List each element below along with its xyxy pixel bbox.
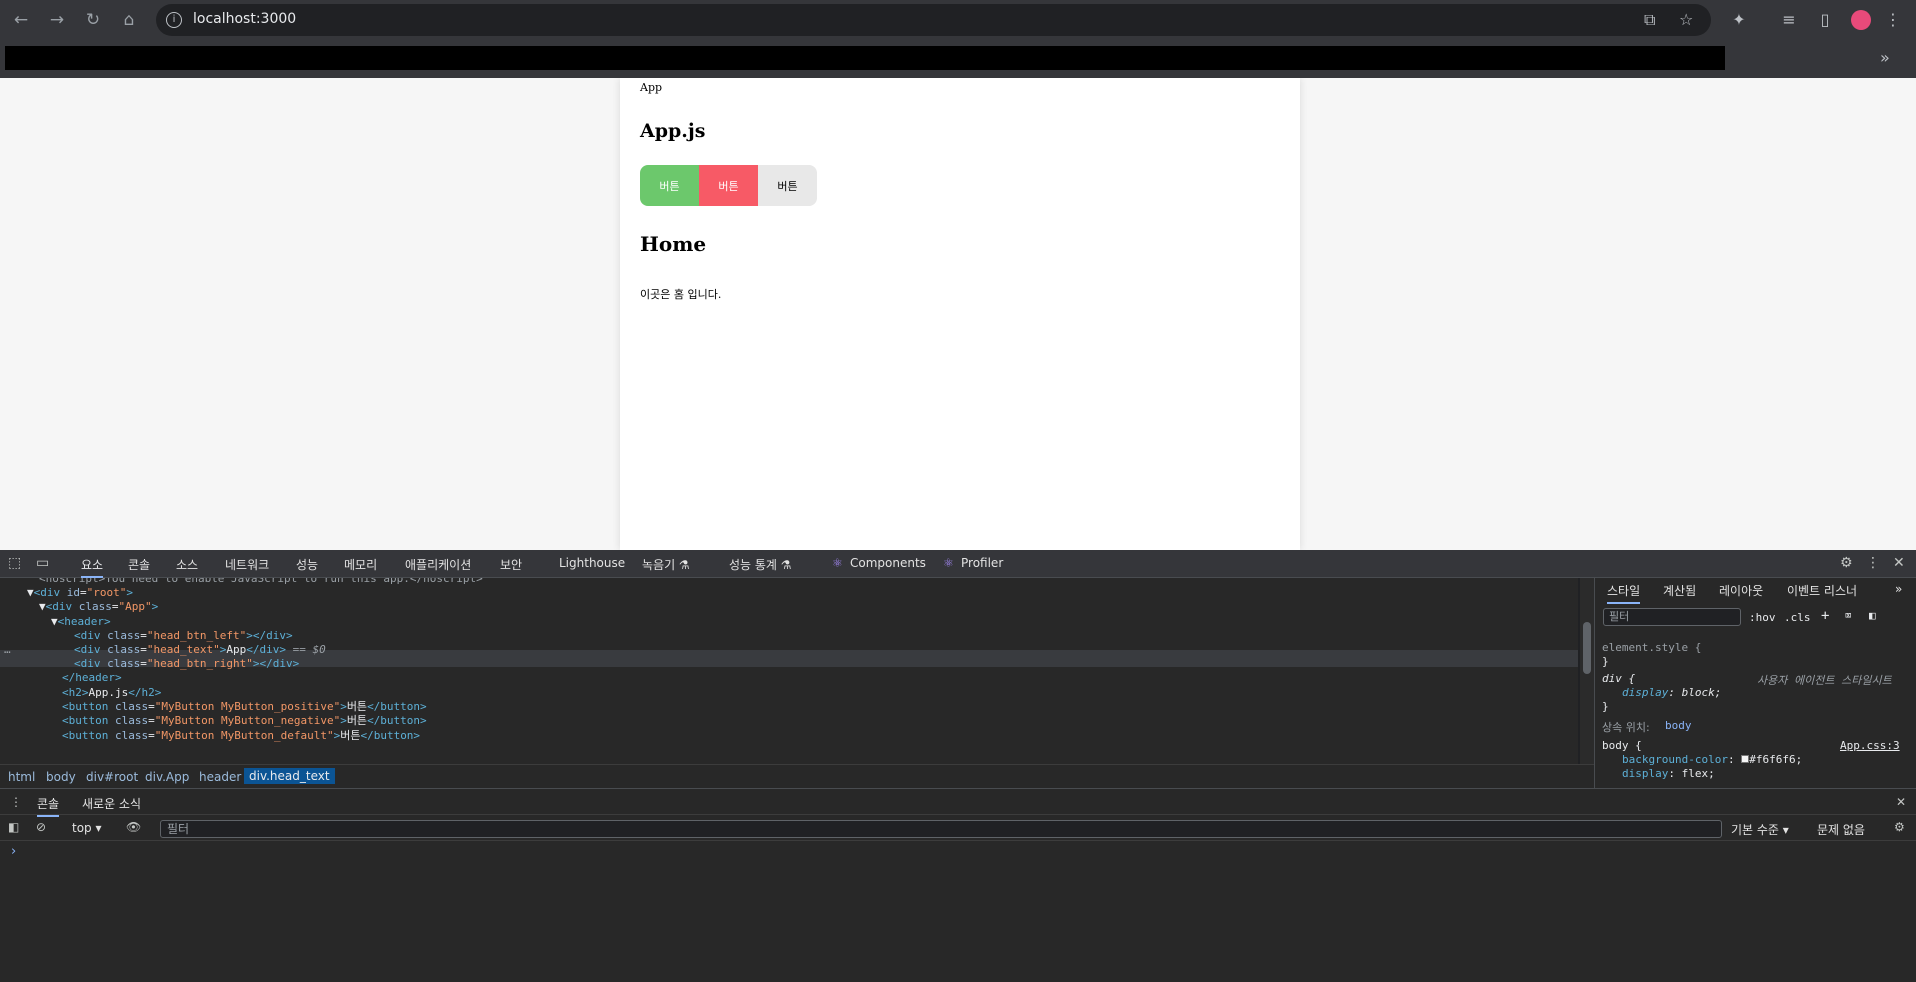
- crumb-header[interactable]: header: [199, 770, 241, 784]
- url-text[interactable]: localhost:3000: [193, 11, 296, 27]
- home-text: 이곳은 홈 입니다.: [640, 288, 722, 301]
- reload-icon[interactable]: ↻: [82, 9, 104, 31]
- crumb-html[interactable]: html: [8, 770, 35, 784]
- device-toolbar-icon[interactable]: ▭: [36, 555, 49, 571]
- console-toolbar: ◧ ⊘ top ▾ 👁 필터 기본 수준 ▾ 문제 없음 ⚙: [0, 815, 1916, 841]
- elements-scrollbar[interactable]: [1580, 578, 1594, 764]
- media-icon[interactable]: ≡: [1778, 9, 1800, 31]
- tab-performance-insights[interactable]: 성능 통계 ⚗: [729, 556, 792, 573]
- redacted-bookmarks: [5, 46, 1725, 70]
- default-button[interactable]: 버튼: [758, 165, 817, 206]
- positive-button[interactable]: 버튼: [640, 165, 699, 206]
- tab-application[interactable]: 애플리케이션: [405, 556, 471, 573]
- breadcrumb: html body div#root div.App header div.he…: [0, 764, 1594, 788]
- ua-stylesheet-label: 사용자 에이전트 스타일시트: [1757, 674, 1892, 687]
- tab-network[interactable]: 네트워크: [225, 556, 269, 573]
- more-bookmarks-icon[interactable]: »: [1880, 48, 1890, 67]
- menu-icon[interactable]: ⋮: [1882, 9, 1904, 31]
- forward-icon[interactable]: →: [46, 9, 68, 31]
- home-icon[interactable]: ⌂: [118, 9, 140, 31]
- console-settings-icon[interactable]: ⚙: [1894, 820, 1905, 834]
- tab-console-drawer[interactable]: 콘솔: [37, 795, 60, 817]
- display-declaration[interactable]: display: block;: [1622, 686, 1721, 699]
- div-rule-close: }: [1602, 700, 1609, 713]
- sidebar-icon[interactable]: ◧: [8, 820, 19, 834]
- tab-elements[interactable]: 요소: [81, 556, 104, 578]
- element-style-selector[interactable]: element.style {: [1602, 641, 1701, 654]
- tab-recorder[interactable]: 녹음기 ⚗: [642, 556, 690, 573]
- tab-event-listeners[interactable]: 이벤트 리스너: [1787, 582, 1857, 599]
- tab-console[interactable]: 콘솔: [128, 556, 150, 573]
- home-title: Home: [640, 232, 707, 256]
- info-icon[interactable]: i: [166, 12, 182, 28]
- element-style-close: }: [1602, 655, 1609, 668]
- profile-avatar[interactable]: [1851, 10, 1871, 30]
- crumb-head-text[interactable]: div.head_text: [244, 768, 335, 784]
- more-tabs-icon[interactable]: »: [1895, 582, 1902, 596]
- star-icon[interactable]: ☆: [1679, 10, 1693, 30]
- crumb-root[interactable]: div#root: [86, 770, 138, 784]
- address-bar[interactable]: i localhost:3000 ⧉ ☆: [156, 4, 1711, 36]
- tab-whats-new[interactable]: 새로운 소식: [82, 795, 141, 812]
- page-viewport: App App.js 버튼 버튼 버튼 Home 이곳은 홈 입니다.: [0, 78, 1916, 550]
- devtools-tabbar: ⬚ ▭ 요소 콘솔 소스 네트워크 성능 메모리 애플리케이션 보안 Light…: [0, 550, 1916, 578]
- console-tabbar: ⋮ 콘솔 새로운 소식 ✕: [0, 789, 1916, 817]
- paint-icon[interactable]: ⌧: [1845, 609, 1852, 622]
- add-rule-icon[interactable]: +: [1821, 608, 1829, 624]
- tab-profiler[interactable]: Profiler: [961, 556, 1003, 570]
- cls-toggle[interactable]: .cls: [1784, 611, 1811, 624]
- close-drawer-icon[interactable]: ✕: [1896, 795, 1906, 809]
- tab-memory[interactable]: 메모리: [344, 556, 377, 573]
- context-select[interactable]: top ▾: [72, 821, 102, 835]
- eye-icon[interactable]: 👁: [126, 820, 141, 834]
- hov-toggle[interactable]: :hov: [1749, 611, 1776, 624]
- console-filter-input[interactable]: 필터: [160, 820, 1722, 838]
- tab-performance[interactable]: 성능: [296, 556, 318, 573]
- tab-styles[interactable]: 스타일: [1607, 582, 1641, 604]
- extensions-icon[interactable]: ✦: [1728, 9, 1750, 31]
- ellipsis-icon[interactable]: …: [4, 641, 11, 658]
- clear-console-icon[interactable]: ⊘: [36, 820, 46, 834]
- styles-pane: 스타일 계산됨 레이아웃 이벤트 리스너 » 필터 :hov .cls + ⌧ …: [1594, 578, 1916, 788]
- tab-security[interactable]: 보안: [500, 556, 522, 573]
- log-level-select[interactable]: 기본 수준 ▾: [1731, 821, 1789, 838]
- source-link[interactable]: App.css:3: [1840, 739, 1900, 752]
- elements-tree: <noscript>You need to enable JavaScript …: [0, 578, 1578, 764]
- react-icon: ⚛: [832, 556, 843, 570]
- display-flex-declaration[interactable]: display: flex;: [1622, 767, 1715, 780]
- negative-button[interactable]: 버튼: [699, 165, 758, 206]
- inherited-from-link[interactable]: body: [1665, 719, 1692, 732]
- bg-declaration[interactable]: background-color: #f6f6f6;: [1622, 753, 1802, 766]
- inspect-icon[interactable]: ⬚: [8, 555, 21, 571]
- react-icon: ⚛: [943, 556, 954, 570]
- head-text: App: [640, 81, 663, 94]
- tab-sources[interactable]: 소스: [176, 556, 198, 573]
- div-rule-selector[interactable]: div {: [1602, 672, 1635, 685]
- app-container: App App.js 버튼 버튼 버튼 Home 이곳은 홈 입니다.: [620, 78, 1300, 550]
- console-prompt-icon[interactable]: ›: [11, 844, 16, 859]
- install-icon[interactable]: ⧉: [1644, 10, 1655, 30]
- back-icon[interactable]: ←: [10, 9, 32, 31]
- more-options-icon[interactable]: ⋮: [1866, 555, 1880, 571]
- body-rule-selector[interactable]: body {: [1602, 739, 1642, 752]
- tab-components[interactable]: Components: [850, 556, 926, 570]
- sidebar-toggle-icon[interactable]: ◧: [1869, 609, 1876, 622]
- inherited-label: 상속 위치:: [1602, 721, 1650, 734]
- issues-count[interactable]: 문제 없음: [1817, 821, 1865, 838]
- close-icon[interactable]: ✕: [1893, 555, 1905, 571]
- sidepanel-icon[interactable]: ▯: [1814, 9, 1836, 31]
- crumb-app[interactable]: div.App: [145, 770, 189, 784]
- styles-filter-input[interactable]: 필터: [1603, 608, 1741, 626]
- drawer-menu-icon[interactable]: ⋮: [10, 795, 22, 809]
- tab-computed[interactable]: 계산됨: [1663, 582, 1696, 599]
- console-drawer: ⋮ 콘솔 새로운 소식 ✕ ◧ ⊘ top ▾ 👁 필터 기본 수준 ▾ 문제 …: [0, 788, 1916, 982]
- crumb-body[interactable]: body: [46, 770, 76, 784]
- settings-icon[interactable]: ⚙: [1840, 555, 1853, 571]
- browser-toolbar: ← → ↻ ⌂ i localhost:3000 ⧉ ☆ ✦ ≡ ▯ ⋮: [0, 0, 1916, 40]
- page-title: App.js: [640, 120, 706, 142]
- tab-lighthouse[interactable]: Lighthouse: [559, 556, 625, 570]
- scroll-thumb[interactable]: [1583, 622, 1591, 674]
- tab-layout[interactable]: 레이아웃: [1719, 582, 1763, 599]
- tree-line-button-default[interactable]: <button class="MyButton MyButton_default…: [62, 727, 420, 744]
